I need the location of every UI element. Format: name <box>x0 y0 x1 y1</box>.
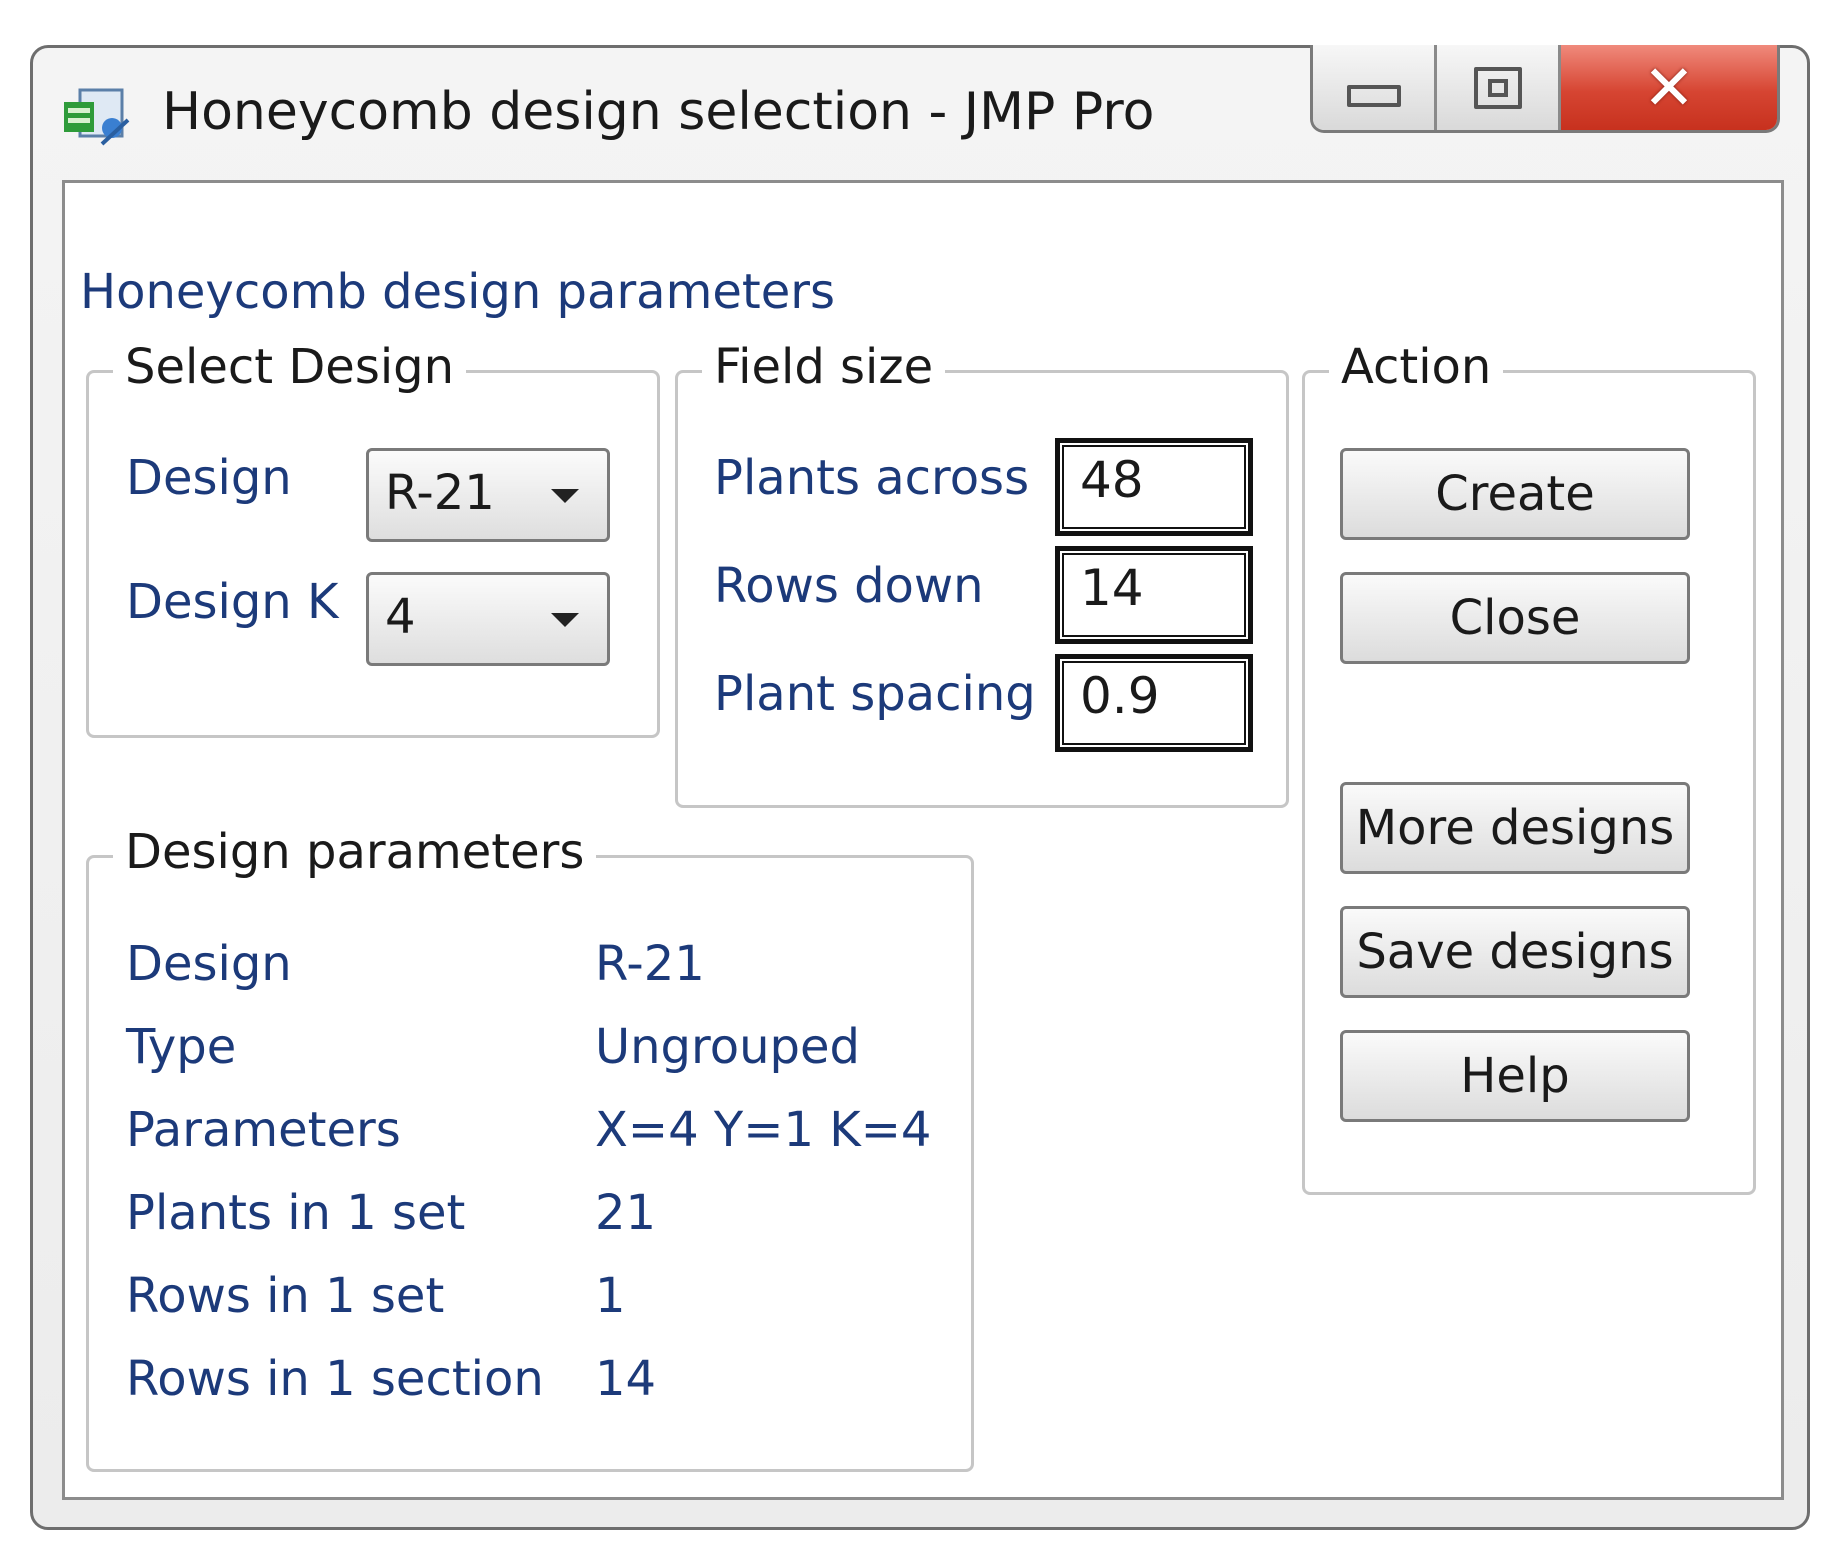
select-design-group: Select Design <box>86 335 660 738</box>
caption-buttons: ✕ <box>1310 45 1780 133</box>
plants-across-value: 48 <box>1080 451 1144 509</box>
rows-down-input[interactable]: 14 <box>1055 546 1253 644</box>
plant-spacing-value: 0.9 <box>1080 667 1160 725</box>
create-button[interactable]: Create <box>1340 448 1690 540</box>
plant-spacing-label: Plant spacing <box>714 666 1036 722</box>
window-title: Honeycomb design selection - JMP Pro <box>162 82 1155 142</box>
select-design-legend: Select Design <box>113 335 467 399</box>
param-value-rows-in-section: 14 <box>595 1351 657 1407</box>
help-button[interactable]: Help <box>1340 1030 1690 1122</box>
param-name-rows-in-section: Rows in 1 section <box>126 1351 544 1407</box>
design-k-label: Design K <box>126 574 339 630</box>
minimize-icon <box>1346 84 1401 107</box>
param-value-type: Ungrouped <box>595 1019 860 1075</box>
rows-down-label: Rows down <box>714 558 984 614</box>
maximize-button[interactable] <box>1437 45 1561 130</box>
design-k-dropdown-value: 4 <box>385 589 416 645</box>
close-window-button[interactable]: ✕ <box>1561 45 1777 130</box>
design-label: Design <box>126 450 292 506</box>
param-value-plants-in-set: 21 <box>595 1185 657 1241</box>
design-dropdown-value: R-21 <box>385 465 495 521</box>
close-button[interactable]: Close <box>1340 572 1690 664</box>
maximize-icon <box>1473 66 1522 109</box>
param-name-parameters: Parameters <box>126 1102 401 1158</box>
close-icon: ✕ <box>1643 50 1695 124</box>
minimize-button[interactable] <box>1313 45 1437 130</box>
design-parameters-legend: Design parameters <box>113 820 597 884</box>
design-dropdown[interactable]: R-21 <box>366 448 610 542</box>
param-name-type: Type <box>126 1019 237 1075</box>
action-legend: Action <box>1329 335 1504 399</box>
chevron-down-icon <box>551 489 579 503</box>
chevron-down-icon <box>551 613 579 627</box>
section-heading: Honeycomb design parameters <box>80 264 835 320</box>
plant-spacing-input[interactable]: 0.9 <box>1055 654 1253 752</box>
param-name-plants-in-set: Plants in 1 set <box>126 1185 466 1241</box>
param-name-design: Design <box>126 936 292 992</box>
design-k-dropdown[interactable]: 4 <box>366 572 610 666</box>
jmp-app-icon <box>64 88 130 146</box>
param-value-rows-in-set: 1 <box>595 1268 626 1324</box>
plants-across-label: Plants across <box>714 450 1030 506</box>
param-value-design: R-21 <box>595 936 705 992</box>
save-designs-button[interactable]: Save designs <box>1340 906 1690 998</box>
param-value-parameters: X=4 Y=1 K=4 <box>595 1102 932 1158</box>
field-size-legend: Field size <box>702 335 946 399</box>
plants-across-input[interactable]: 48 <box>1055 438 1253 536</box>
param-name-rows-in-set: Rows in 1 set <box>126 1268 445 1324</box>
rows-down-value: 14 <box>1080 559 1144 617</box>
more-designs-button[interactable]: More designs <box>1340 782 1690 874</box>
